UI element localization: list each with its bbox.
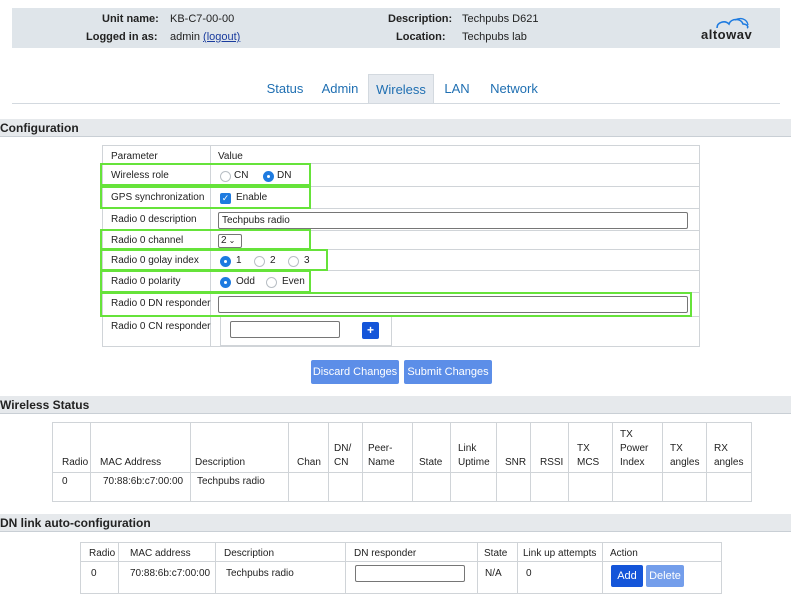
col-divider — [530, 422, 531, 502]
radio0-description-input[interactable]: Techpubs radio — [218, 212, 688, 229]
ws-col-mac: MAC Address — [100, 457, 162, 468]
highlight-gps-sync — [100, 186, 311, 209]
tab-status[interactable]: Status — [262, 74, 308, 104]
ws-col-rssi: RSSI — [540, 457, 564, 468]
highlight-wireless-role — [100, 163, 311, 186]
highlight-radio0-channel — [100, 229, 311, 250]
altowav-logo: altowav — [701, 18, 761, 43]
logged-in-value: admin (logout) — [170, 31, 240, 43]
ws-col-uptime-1: Link — [458, 443, 477, 454]
col-value: Value — [218, 151, 243, 162]
ws-row-mac: 70:88:6b:c7:00:00 — [103, 476, 184, 487]
ws-col-state: State — [419, 457, 443, 468]
dn-col-radio: Radio — [89, 548, 116, 559]
ws-col-txpow-1: TX — [620, 429, 633, 440]
discard-changes-button[interactable]: Discard Changes — [311, 360, 399, 384]
logged-in-user: admin — [170, 31, 200, 43]
ws-col-peer-2: Name — [368, 457, 395, 468]
logout-link[interactable]: (logout) — [203, 31, 240, 43]
ws-col-txang-2: angles — [670, 457, 700, 468]
ws-col-snr: SNR — [505, 457, 527, 468]
ws-col-rxang-1: RX — [714, 443, 728, 454]
col-divider — [662, 422, 663, 502]
dn-col-responder: DN responder — [354, 548, 417, 559]
tab-admin[interactable]: Admin — [318, 74, 362, 104]
ws-col-txpow-3: Index — [620, 457, 645, 468]
dn-col-state: State — [484, 548, 508, 559]
radio0-cn-responder-label: Radio 0 CN responder — [111, 321, 211, 332]
dn-auto-heading: DN link auto-configuration — [0, 514, 791, 532]
dn-col-description: Description — [224, 548, 275, 559]
ws-row-description: Techpubs radio — [197, 476, 265, 487]
dn-row-responder-input[interactable] — [355, 565, 465, 582]
location-label: Location: — [396, 31, 446, 43]
col-divider — [345, 542, 346, 594]
dn-row-state: N/A — [485, 568, 502, 579]
logo-text: altowav — [701, 27, 753, 42]
ws-col-rxang-2: angles — [714, 457, 744, 468]
logged-in-label: Logged in as: — [86, 31, 158, 43]
dn-delete-button[interactable]: Delete — [646, 565, 684, 587]
col-divider — [90, 422, 91, 502]
description-label: Description: — [388, 13, 453, 25]
dn-col-attempts: Link up attempts — [523, 548, 597, 559]
add-cn-responder-button[interactable]: + — [362, 322, 379, 339]
ws-col-txmcs-2: MCS — [577, 457, 600, 468]
dn-add-button[interactable]: Add — [611, 565, 643, 587]
ws-col-radio: Radio — [62, 457, 89, 468]
col-divider — [190, 422, 191, 502]
col-divider — [412, 422, 413, 502]
unit-name-label: Unit name: — [102, 13, 159, 25]
ws-col-txpow-2: Power — [620, 443, 649, 454]
ws-col-txang-1: TX — [670, 443, 683, 454]
ws-col-txmcs-1: TX — [577, 443, 590, 454]
col-divider — [450, 422, 451, 502]
tab-lan[interactable]: LAN — [438, 74, 476, 104]
ws-col-peer-1: Peer- — [368, 443, 393, 454]
dn-col-mac: MAC address — [130, 548, 191, 559]
tab-wireless[interactable]: Wireless — [368, 74, 434, 104]
tab-network[interactable]: Network — [486, 74, 542, 104]
wireless-status-heading: Wireless Status — [0, 396, 791, 414]
col-divider — [706, 422, 707, 502]
dn-row-mac: 70:88:6b:c7:00:00 — [130, 568, 211, 579]
ws-col-chan: Chan — [297, 457, 321, 468]
configuration-heading: Configuration — [0, 119, 791, 137]
col-divider — [568, 422, 569, 502]
header-bar: Unit name: KB-C7-00-00 Logged in as: adm… — [12, 8, 780, 48]
submit-changes-button[interactable]: Submit Changes — [404, 360, 492, 384]
col-divider — [288, 422, 289, 502]
tab-divider — [12, 103, 780, 104]
dn-row-attempts: 0 — [526, 568, 532, 579]
highlight-radio0-golay — [100, 249, 328, 271]
row-divider — [52, 472, 752, 473]
dn-row-description: Techpubs radio — [226, 568, 294, 579]
col-divider — [215, 542, 216, 594]
description-value: Techpubs D621 — [462, 13, 539, 25]
ws-col-description: Description — [195, 457, 246, 468]
location-value: Techpubs lab — [462, 31, 527, 43]
col-divider — [328, 422, 329, 502]
col-parameter: Parameter — [111, 151, 158, 162]
radio0-cn-responder-input[interactable] — [230, 321, 340, 338]
ws-col-uptime-2: Uptime — [458, 457, 490, 468]
col-divider — [118, 542, 119, 594]
ws-col-dncn-1: DN/ — [334, 443, 352, 454]
col-divider — [517, 542, 518, 594]
ws-col-dncn-2: CN — [334, 457, 349, 468]
highlight-radio0-dn-responder — [100, 292, 692, 317]
col-divider — [477, 542, 478, 594]
row-divider — [80, 561, 722, 562]
col-divider — [612, 422, 613, 502]
unit-name-value: KB-C7-00-00 — [170, 13, 235, 25]
dn-row-radio: 0 — [91, 568, 97, 579]
radio0-description-label: Radio 0 description — [111, 214, 197, 225]
col-divider — [496, 422, 497, 502]
ws-row-radio: 0 — [62, 476, 68, 487]
highlight-radio0-polarity — [100, 270, 311, 293]
col-divider — [602, 542, 603, 594]
col-divider — [362, 422, 363, 502]
dn-col-action: Action — [610, 548, 638, 559]
